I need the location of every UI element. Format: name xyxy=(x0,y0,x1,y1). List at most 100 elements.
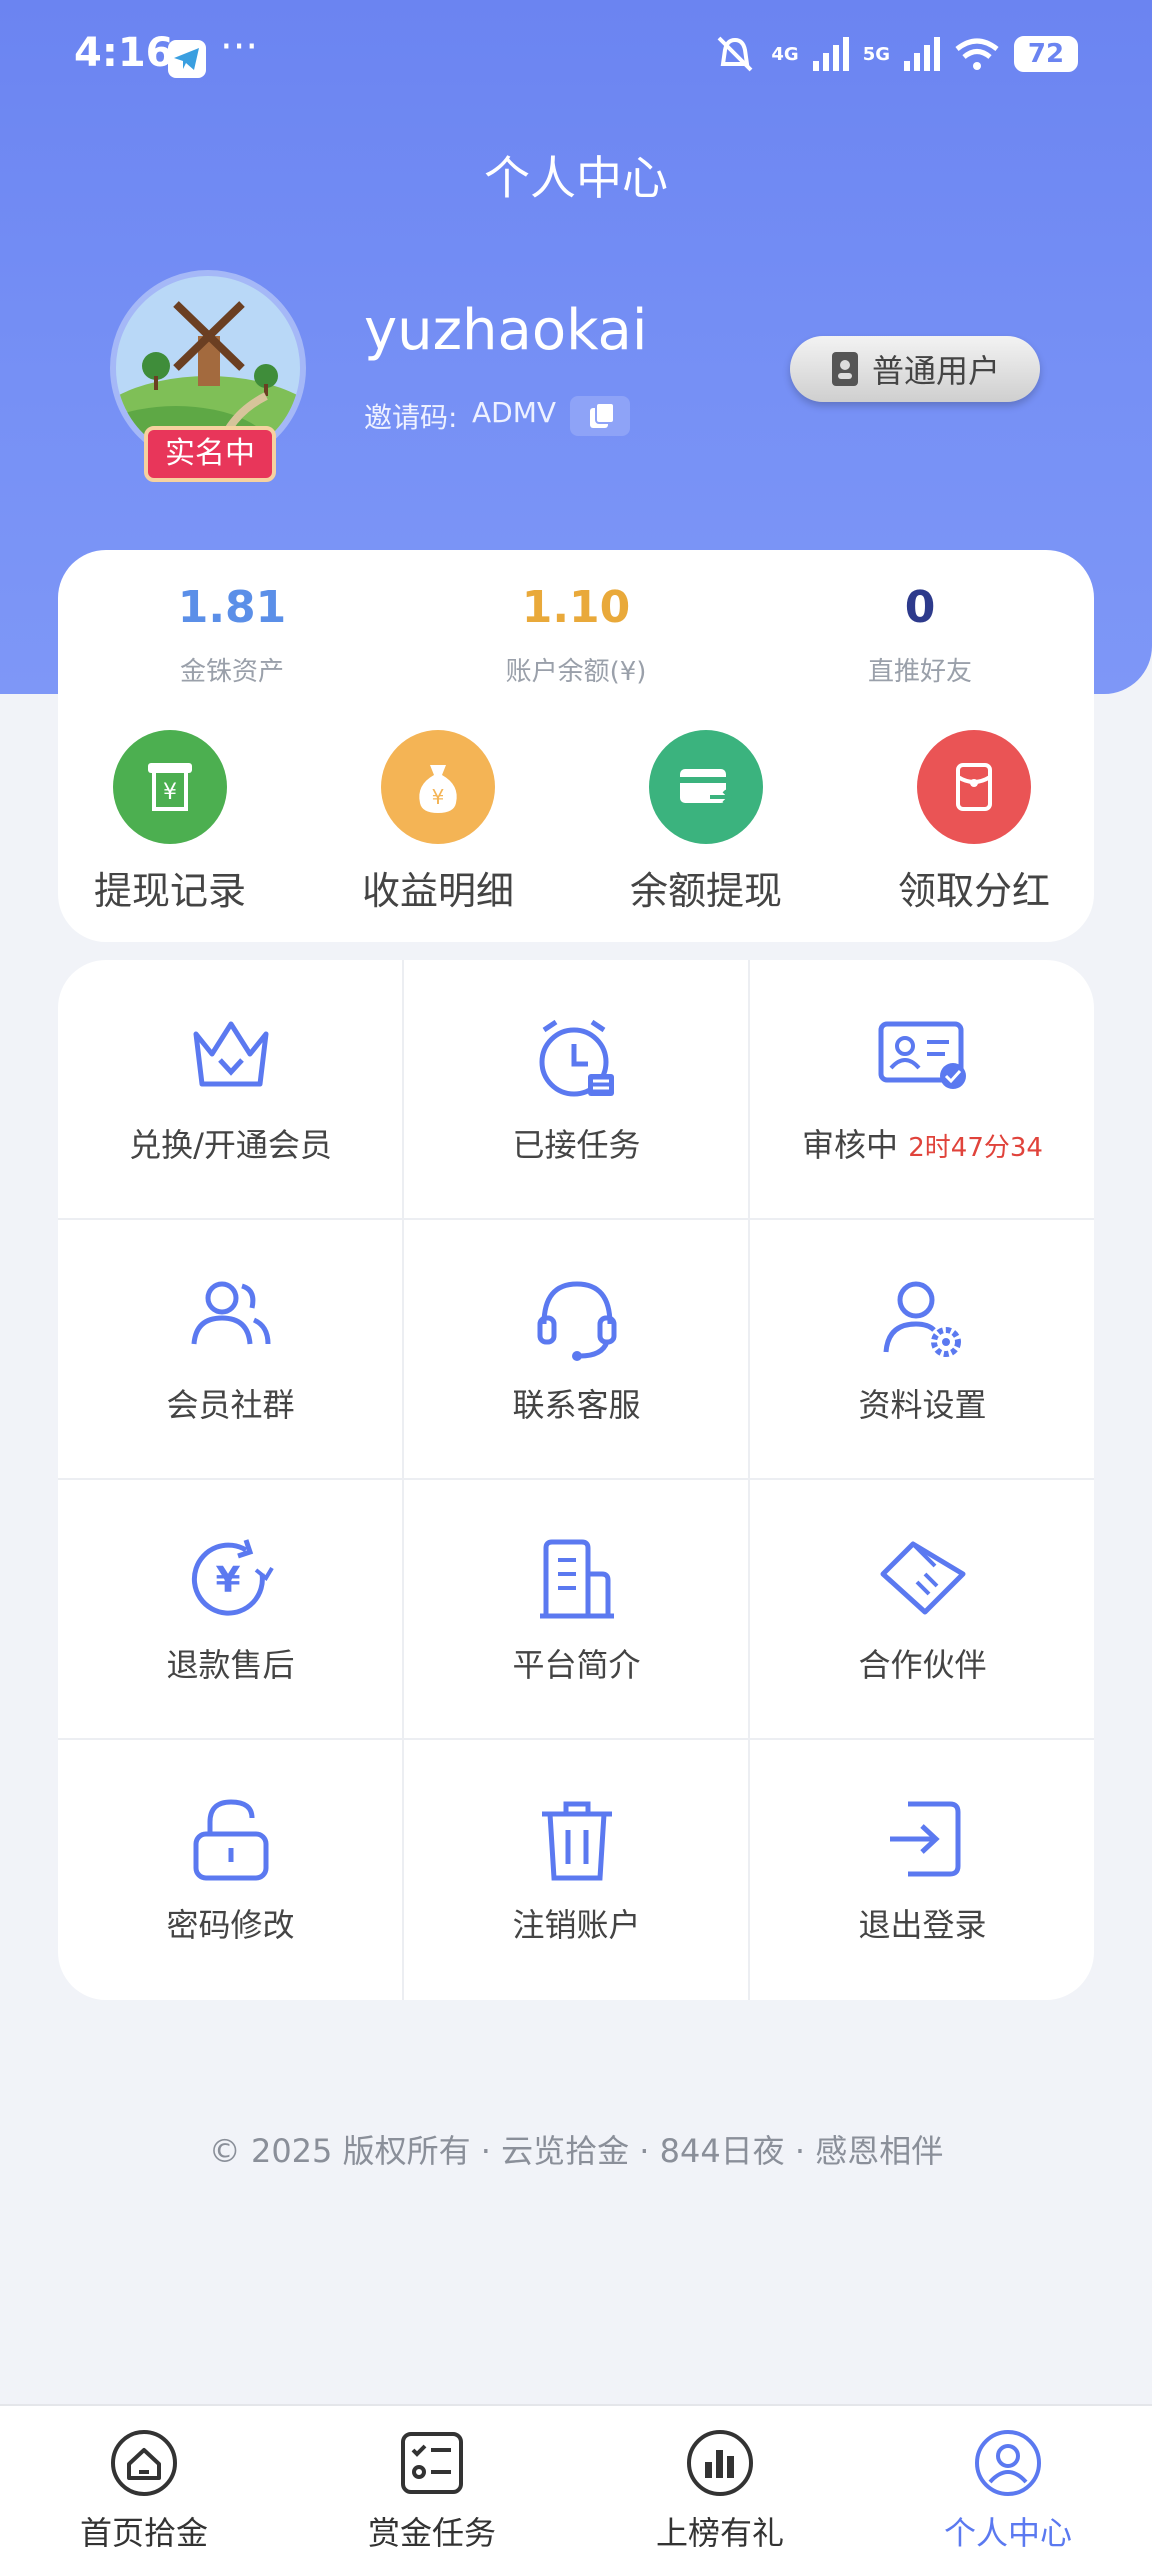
tab-label: 赏金任务 xyxy=(367,2514,496,2552)
review-countdown: 2时47分34 xyxy=(908,1133,1043,1163)
id-badge-icon xyxy=(831,352,858,386)
copy-invite-code-button[interactable] xyxy=(570,396,630,436)
logout-icon xyxy=(750,1794,1094,1884)
stat-value: 0 xyxy=(904,582,936,633)
status-icons: 4G 5G 72 xyxy=(713,34,1078,74)
unlock-icon xyxy=(58,1794,403,1884)
menu-item-delete-account[interactable]: 注销账户 xyxy=(404,1740,749,2000)
stat-value: 1.81 xyxy=(177,582,287,633)
page-title: 个人中心 xyxy=(484,151,668,205)
handshake-icon xyxy=(750,1534,1094,1624)
checklist-icon xyxy=(401,2432,463,2494)
wifi-icon xyxy=(955,38,999,70)
invite-code-label: 邀请码: xyxy=(364,401,458,434)
realname-status-badge: 实名中 xyxy=(144,426,276,482)
tab-leaderboard[interactable]: 上榜有礼 xyxy=(600,2428,840,2554)
network-4g-label: 4G xyxy=(771,43,799,65)
money-bag-icon: ¥ xyxy=(381,730,495,844)
username: yuzhaokai xyxy=(364,298,648,363)
home-icon xyxy=(111,2430,177,2496)
quick-balance-withdraw[interactable]: 余额提现 xyxy=(586,730,826,915)
menu-item-membership[interactable]: 兑换/开通会员 xyxy=(58,960,403,1220)
more-notifications-icon: ··· xyxy=(220,24,259,70)
users-icon xyxy=(58,1274,403,1364)
tab-bounty-tasks[interactable]: 赏金任务 xyxy=(312,2428,552,2554)
user-level-badge[interactable]: 普通用户 xyxy=(790,336,1040,402)
trash-icon xyxy=(404,1794,749,1884)
menu-item-refund[interactable]: ¥ 退款售后 xyxy=(58,1480,403,1740)
menu-item-customer-service[interactable]: 联系客服 xyxy=(404,1220,749,1480)
stats-card: 1.81 金铢资产 1.10 账户余额(¥) 0 直推好友 ¥ 提现记录 ¥ 收… xyxy=(58,550,1094,942)
menu-item-accepted-tasks[interactable]: 已接任务 xyxy=(404,960,749,1220)
menu-item-platform-intro[interactable]: 平台简介 xyxy=(404,1480,749,1740)
menu-label: 退款售后 xyxy=(166,1646,295,1684)
menu-item-logout[interactable]: 退出登录 xyxy=(750,1740,1094,2000)
svg-text:¥: ¥ xyxy=(432,785,445,809)
copy-icon xyxy=(590,402,615,428)
menu-label: 注销账户 xyxy=(512,1906,641,1944)
status-time: 4:16 xyxy=(74,30,174,76)
stat-label: 直推好友 xyxy=(867,657,972,687)
stat-value: 1.10 xyxy=(521,582,631,633)
mute-bell-icon xyxy=(717,36,753,72)
menu-item-profile-settings[interactable]: 资料设置 xyxy=(750,1220,1094,1480)
quick-label: 余额提现 xyxy=(629,869,782,913)
tab-label: 个人中心 xyxy=(943,2514,1072,2552)
menu-label: 联系客服 xyxy=(512,1386,641,1424)
atm-yuan-icon: ¥ xyxy=(113,730,227,844)
copyright-text: © 2025 版权所有 · 云览拾金 · 844日夜 · 感恩相伴 xyxy=(208,2132,944,2170)
menu-label: 兑换/开通会员 xyxy=(129,1126,332,1164)
menu-label: 密码修改 xyxy=(166,1906,295,1944)
menu-label: 已接任务 xyxy=(512,1126,641,1164)
menu-grid: 兑换/开通会员 已接任务 审核中 2时47分34 会员社群 联系客服 资料设置 … xyxy=(58,960,1094,2000)
quick-label: 领取分红 xyxy=(897,869,1050,913)
stat-label: 金铢资产 xyxy=(179,657,284,687)
menu-label-text: 审核中 xyxy=(802,1126,899,1164)
network-5g-label: 5G xyxy=(862,43,890,65)
id-card-check-icon xyxy=(750,1014,1094,1104)
invite-code-value: ADMV xyxy=(472,396,557,429)
svg-text:¥: ¥ xyxy=(163,780,177,805)
menu-label: 合作伙伴 xyxy=(858,1646,987,1684)
menu-item-under-review[interactable]: 审核中 2时47分34 xyxy=(750,960,1094,1220)
battery-icon: 72 xyxy=(1014,36,1078,72)
stat-direct-friends[interactable]: 0 直推好友 xyxy=(770,582,1070,688)
crown-icon xyxy=(58,1014,403,1104)
menu-item-member-community[interactable]: 会员社群 xyxy=(58,1220,403,1480)
svg-text:¥: ¥ xyxy=(215,1560,240,1601)
tab-home[interactable]: 首页拾金 xyxy=(24,2428,264,2554)
menu-label: 会员社群 xyxy=(166,1386,295,1424)
signal-icon xyxy=(812,37,849,71)
quick-claim-dividend[interactable]: 领取分红 xyxy=(854,730,1094,915)
user-gear-icon xyxy=(750,1274,1094,1364)
stat-account-balance[interactable]: 1.10 账户余额(¥) xyxy=(426,582,726,688)
menu-label: 退出登录 xyxy=(858,1906,987,1944)
signal-icon xyxy=(904,37,940,71)
status-bar: 4:16 ··· 4G 5G 72 xyxy=(0,0,1152,116)
menu-item-partners[interactable]: 合作伙伴 xyxy=(750,1480,1094,1740)
building-icon xyxy=(404,1534,749,1624)
alarm-clock-icon xyxy=(404,1014,749,1104)
bar-chart-icon xyxy=(687,2430,753,2496)
user-circle-icon xyxy=(975,2430,1041,2496)
menu-label: 平台简介 xyxy=(512,1646,641,1684)
user-level-label: 普通用户 xyxy=(871,352,1000,390)
quick-withdraw-records[interactable]: ¥ 提现记录 xyxy=(50,730,290,915)
tab-personal-center[interactable]: 个人中心 xyxy=(888,2428,1128,2554)
card-transfer-icon xyxy=(649,730,763,844)
quick-income-details[interactable]: ¥ 收益明细 xyxy=(318,730,558,915)
bottom-tab-bar: 首页拾金 赏金任务 上榜有礼 个人中心 xyxy=(0,2404,1152,2560)
yuan-refund-icon: ¥ xyxy=(58,1534,403,1624)
stat-gold-assets[interactable]: 1.81 金铢资产 xyxy=(82,582,382,688)
stat-label: 账户余额(¥) xyxy=(505,657,647,687)
quick-label: 提现记录 xyxy=(93,869,246,913)
quick-label: 收益明细 xyxy=(361,869,514,913)
tab-label: 首页拾金 xyxy=(79,2514,208,2552)
menu-label: 审核中 2时47分34 xyxy=(750,1120,1094,1166)
menu-label: 资料设置 xyxy=(858,1386,987,1424)
red-envelope-icon xyxy=(917,730,1031,844)
tab-label: 上榜有礼 xyxy=(655,2514,784,2552)
telegram-icon xyxy=(168,40,206,78)
headset-icon xyxy=(404,1274,749,1364)
menu-item-change-password[interactable]: 密码修改 xyxy=(58,1740,403,2000)
